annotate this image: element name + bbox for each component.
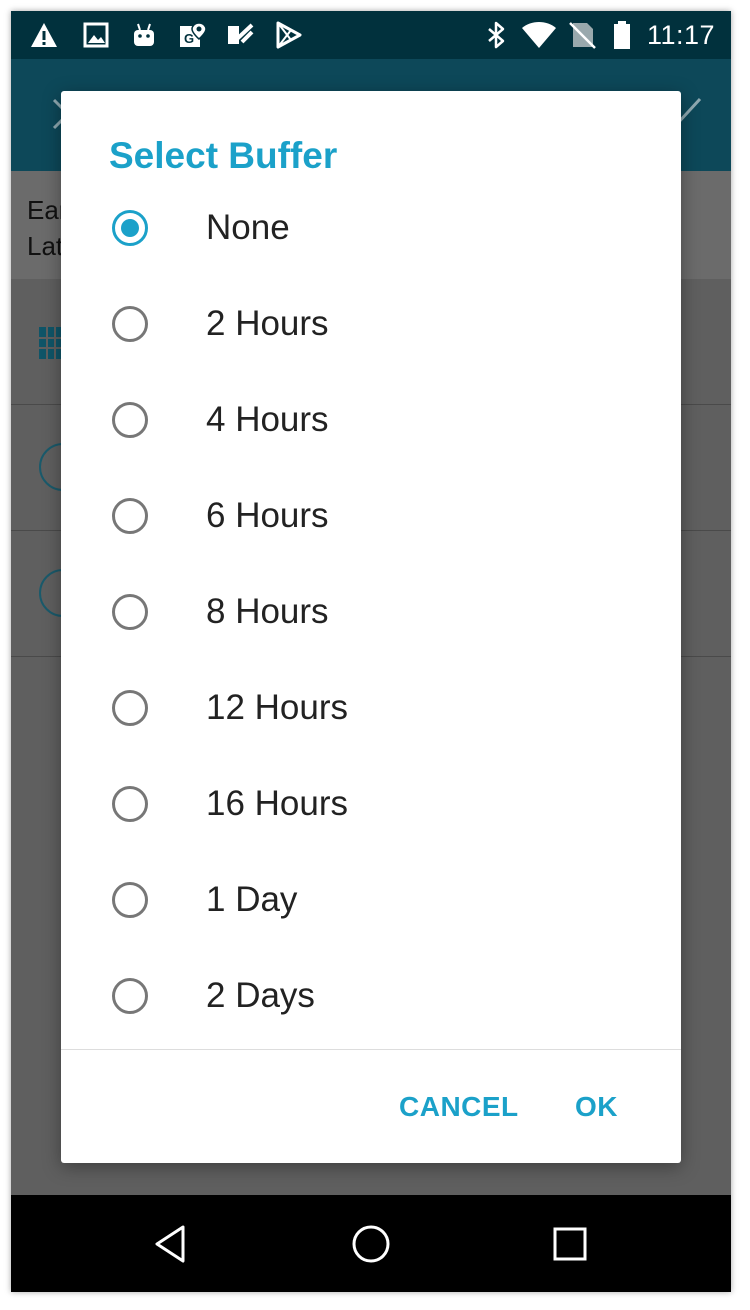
option-label: 6 Hours (206, 496, 329, 535)
background-row2-text: Lat (27, 231, 64, 261)
radio-button[interactable] (112, 306, 148, 342)
navigation-bar (11, 1195, 731, 1292)
voucher-icon (228, 23, 254, 44)
phone-screen: G 11:17 Ear Lat Select Buffer None 2 Hou… (11, 11, 731, 1292)
buffer-option[interactable]: 8 Hours (61, 567, 681, 663)
battery-icon (614, 21, 630, 49)
home-icon[interactable] (346, 1219, 396, 1269)
option-label: 16 Hours (206, 784, 349, 823)
option-label: 4 Hours (206, 400, 329, 439)
no-sim-icon (569, 22, 596, 49)
maps-icon: G (180, 22, 207, 47)
option-label: 12 Hours (206, 688, 349, 727)
status-time: 11:17 (646, 20, 715, 50)
image-icon (83, 22, 109, 48)
option-label: 1 Day (206, 880, 298, 919)
buffer-option[interactable]: 4 Hours (61, 375, 681, 471)
wifi-icon (522, 22, 556, 48)
buffer-option[interactable]: 12 Hours (61, 663, 681, 759)
option-label: 2 Hours (206, 304, 329, 343)
radio-button[interactable] (112, 498, 148, 534)
select-buffer-dialog: Select Buffer None 2 Hours 4 Hours 6 Hou… (61, 91, 681, 1163)
buffer-option[interactable]: 6 Hours (61, 471, 681, 567)
svg-text:G: G (184, 31, 194, 46)
warning-icon (31, 23, 57, 47)
radio-button[interactable] (112, 978, 148, 1014)
buffer-option[interactable]: None (61, 183, 681, 279)
ok-button[interactable]: OK (575, 1091, 618, 1123)
radio-button[interactable] (112, 210, 148, 246)
buffer-option[interactable]: 2 Hours (61, 279, 681, 375)
calendar-icon (39, 327, 63, 359)
back-icon[interactable] (147, 1219, 197, 1269)
play-store-icon (276, 21, 302, 49)
buffer-option[interactable]: 2 Days (61, 951, 681, 1047)
android-icon (134, 23, 154, 46)
radio-button[interactable] (112, 690, 148, 726)
dialog-divider (61, 1049, 681, 1050)
buffer-options-list: None 2 Hours 4 Hours 6 Hours 8 Hours 12 … (61, 183, 681, 1047)
dialog-title: Select Buffer (109, 135, 338, 176)
option-label: 2 Days (206, 976, 315, 1015)
status-bar: G 11:17 (11, 11, 731, 59)
bluetooth-icon (488, 21, 505, 49)
cancel-button[interactable]: CANCEL (399, 1091, 519, 1123)
radio-button[interactable] (112, 786, 148, 822)
radio-button[interactable] (112, 402, 148, 438)
option-label: 8 Hours (206, 592, 329, 631)
radio-button[interactable] (112, 882, 148, 918)
recents-icon[interactable] (545, 1219, 595, 1269)
buffer-option[interactable]: 1 Day (61, 855, 681, 951)
radio-button[interactable] (112, 594, 148, 630)
option-label: None (206, 208, 290, 247)
buffer-option[interactable]: 16 Hours (61, 759, 681, 855)
